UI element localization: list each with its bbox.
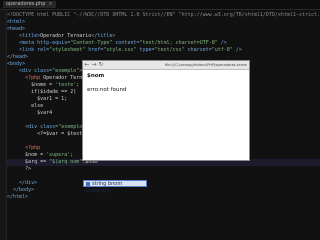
- code-token: ;: [76, 82, 80, 88]
- code-token: <!DOCTYPE html PUBLIC "-//W3C//DTD XHTML…: [7, 12, 320, 18]
- code-line[interactable]: <div class="exemplo">: [7, 124, 88, 131]
- code-token: "text/html; charset=UTF-8": [139, 40, 218, 46]
- code-token: "$(arq nom": [49, 159, 83, 165]
- close-tab-icon[interactable]: ×: [48, 1, 52, 7]
- code-line[interactable]: </html>: [7, 194, 28, 201]
- code-line[interactable]: [7, 117, 10, 124]
- output-spacer: [87, 80, 245, 87]
- code-token: "utf-8": [211, 47, 233, 53]
- code-token: if($idade == 2): [7, 89, 77, 95]
- code-token: />: [217, 40, 227, 46]
- file-tab[interactable]: operadores.php ×: [3, 1, 56, 8]
- code-line[interactable]: [7, 173, 10, 180]
- preview-toolbar: ← → ↻ file:///C:/xampp/htdocs/PHP/operad…: [83, 61, 249, 70]
- code-line[interactable]: <?=$var = $teste: [7, 131, 85, 138]
- code-token: <div class=: [19, 68, 53, 74]
- code-line[interactable]: <div class="exemplo">: [7, 68, 82, 75]
- code-token: <html>: [7, 19, 26, 25]
- code-token: "text/css": [154, 47, 185, 53]
- address-bar[interactable]: file:///C:/xampp/htdocs/PHP/operadores-t…: [165, 62, 247, 68]
- code-token: </body>: [13, 187, 35, 193]
- code-token: <?php: [25, 75, 41, 81]
- browser-preview-window[interactable]: ← → ↻ file:///C:/xampp/htdocs/PHP/operad…: [82, 60, 250, 161]
- code-line[interactable]: <!DOCTYPE html PUBLIC "-//W3C//DTD XHTML…: [7, 12, 320, 19]
- code-line[interactable]: $var1 = 1;: [7, 96, 67, 103]
- code-token: <link rel=: [19, 47, 50, 53]
- back-arrow-icon[interactable]: ←: [84, 61, 90, 69]
- code-token: Operador Ternario: [40, 33, 92, 39]
- reload-icon[interactable]: ↻: [98, 61, 104, 69]
- code-token: else: [7, 103, 44, 109]
- code-line[interactable]: <html>: [7, 19, 25, 26]
- code-token: <title>: [19, 33, 41, 39]
- code-token: $nom =: [7, 152, 47, 158]
- code-token: charset=: [184, 47, 212, 53]
- code-line[interactable]: <link rel="stylesheet" href="style.css" …: [7, 47, 242, 54]
- code-line[interactable]: else: [7, 103, 43, 110]
- code-token: $nome =: [7, 82, 56, 88]
- code-token: $var1 = 1;: [7, 96, 68, 102]
- line-gutter: [0, 10, 7, 240]
- code-line[interactable]: </body>: [7, 187, 34, 194]
- forward-arrow-icon[interactable]: →: [91, 61, 97, 69]
- code-token: <head>: [7, 26, 26, 32]
- code-token: "style.css": [103, 47, 137, 53]
- preview-content: $nom erro:not found: [87, 73, 245, 94]
- code-token: 'supera': [46, 152, 71, 158]
- code-token: <body>: [7, 61, 26, 67]
- code-token: <div class=: [25, 124, 59, 130]
- code-token: <?php: [25, 145, 41, 151]
- code-line[interactable]: ?>: [7, 166, 31, 173]
- code-line[interactable]: </div>: [7, 180, 37, 187]
- code-line[interactable]: <body>: [7, 61, 25, 68]
- code-token: />: [232, 47, 242, 53]
- code-token: content=: [112, 40, 140, 46]
- code-line[interactable]: $nom = 'supera';: [7, 152, 73, 159]
- output-message: erro:not found: [87, 87, 127, 93]
- code-line[interactable]: <head>: [7, 26, 25, 33]
- code-line[interactable]: $var4: [7, 110, 52, 117]
- code-token: "stylesheet": [49, 47, 86, 53]
- code-token: "Content-Type": [70, 40, 113, 46]
- code-line[interactable]: if($idade == 2): [7, 89, 76, 96]
- file-tab-label: operadores.php: [6, 1, 46, 7]
- code-token: href=: [85, 47, 104, 53]
- autocomplete-popup[interactable]: string bnom index.php: [83, 180, 147, 194]
- editor-tab-bar: operadores.php ×: [0, 0, 320, 10]
- code-token: $arq ==: [7, 159, 50, 165]
- code-token: $var4: [7, 110, 53, 116]
- code-line[interactable]: <?php: [7, 145, 40, 152]
- code-line[interactable]: <meta http-equiv="Content-Type" content=…: [7, 40, 227, 47]
- code-line[interactable]: <title>Operador Ternario</title>: [7, 33, 115, 40]
- code-token: </html>: [7, 194, 29, 200]
- suggestion-icon: [86, 181, 90, 186]
- code-token: 'teste': [55, 82, 77, 88]
- code-token: </title>: [91, 33, 116, 39]
- code-token: </head>: [7, 54, 29, 60]
- code-token: ;: [70, 152, 74, 158]
- code-line[interactable]: </head>: [7, 54, 28, 61]
- code-token: <meta http-equiv=: [19, 40, 71, 46]
- output-title: $nom: [87, 73, 105, 79]
- code-line[interactable]: $nome = 'teste';: [7, 82, 79, 89]
- code-token: "exemplo": [52, 68, 80, 74]
- code-line[interactable]: [7, 138, 25, 145]
- code-token: </div>: [19, 180, 38, 186]
- code-token: <?=$var = $teste: [7, 131, 86, 137]
- code-token: ?>: [7, 166, 32, 172]
- code-token: type=: [136, 47, 155, 53]
